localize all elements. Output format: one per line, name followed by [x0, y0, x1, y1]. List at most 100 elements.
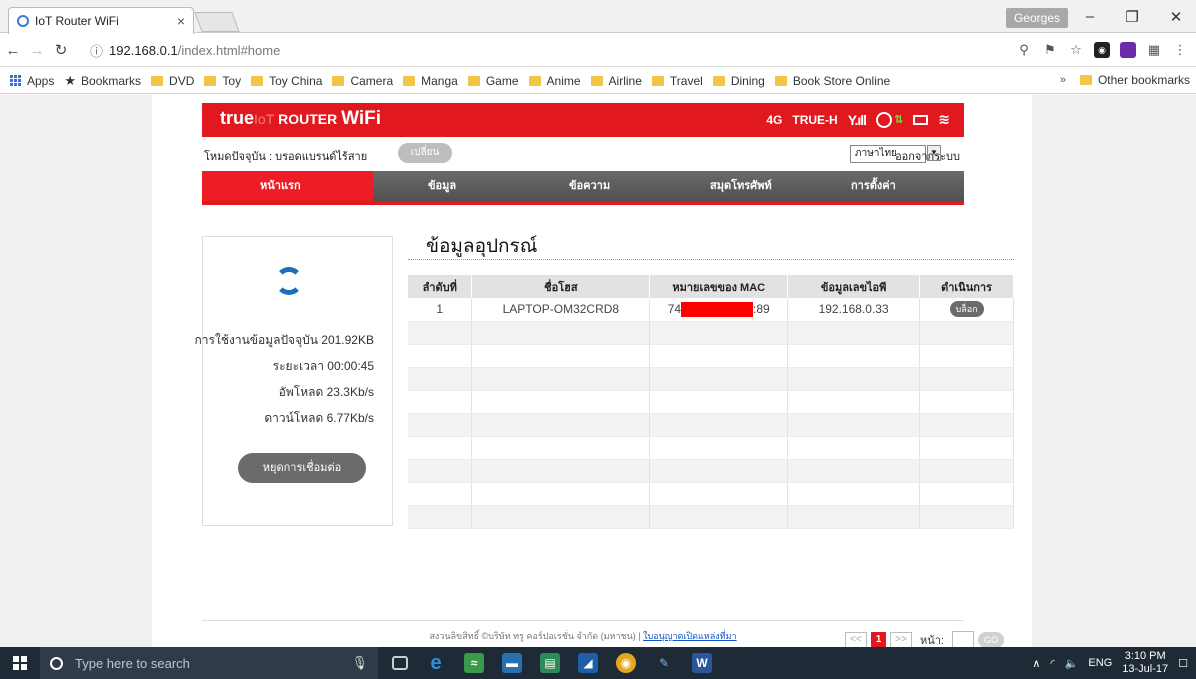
url-path: /index.html#home: [177, 42, 281, 58]
signal-strength-icon: Y.ıll: [847, 111, 867, 128]
microphone-icon[interactable]: 🎙: [351, 655, 368, 671]
restore-icon[interactable]: ❐: [1122, 8, 1142, 26]
back-icon[interactable]: ←: [2, 42, 24, 59]
profile-button[interactable]: Georges: [1005, 8, 1068, 28]
new-tab-button[interactable]: [194, 12, 240, 32]
edge-icon[interactable]: e: [426, 653, 446, 673]
menu-phonebook[interactable]: สมุดโทรศัพท์: [682, 171, 823, 205]
window-close-icon[interactable]: ✕: [1166, 8, 1186, 26]
col-number: ลำดับที่: [408, 275, 473, 298]
bookmark-travel[interactable]: Travel: [651, 74, 703, 88]
bookmark-book-store-online[interactable]: Book Store Online: [774, 74, 890, 88]
bookmark-dining[interactable]: Dining: [712, 74, 765, 88]
block-device-button[interactable]: บล็อก: [949, 301, 984, 318]
current-mode-label: โหมดปัจจุบัน : บรอดแบรนด์ไร้สาย: [204, 151, 368, 163]
reload-icon[interactable]: ↻: [50, 41, 72, 59]
url-host: 192.168.0.1: [109, 42, 178, 58]
bookmark-bookmarks[interactable]: ★ Bookmarks: [64, 73, 141, 89]
bookmark-airline[interactable]: Airline: [590, 74, 642, 88]
bookmark-camera[interactable]: Camera: [332, 74, 393, 88]
taskbar-search[interactable]: Type here to search 🎙: [40, 647, 378, 679]
connection-duration: ระยะเวลา 00:00:45: [272, 359, 374, 373]
word-icon[interactable]: W: [692, 653, 712, 673]
bookmark-anime[interactable]: Anime: [528, 74, 581, 88]
network-icon[interactable]: ◜: [1050, 657, 1054, 670]
extension-icon[interactable]: ⚑: [1042, 42, 1058, 58]
menu-info[interactable]: ข้อมูล: [373, 171, 541, 205]
disconnect-button[interactable]: หยุดการเชื่อมต่อ: [238, 453, 366, 483]
menu-settings[interactable]: การตั้งค่า: [823, 171, 964, 205]
download-speed: ดาวน์โหลด 6.77Kb/s: [264, 411, 374, 425]
browser-tab[interactable]: IoT Router WiFi ×: [8, 7, 194, 34]
show-hidden-icons[interactable]: ∧: [1032, 657, 1040, 670]
forward-icon[interactable]: →: [26, 42, 48, 59]
notifications-icon[interactable]: ☐: [1178, 657, 1188, 670]
calculator-app-icon[interactable]: ▤: [540, 653, 560, 673]
bookmark-dvd[interactable]: DVD: [151, 74, 194, 88]
network-type: 4G: [766, 112, 783, 127]
extension-gray-icon[interactable]: ▦: [1146, 42, 1162, 58]
task-view-icon[interactable]: [392, 656, 408, 670]
extension-purple-icon[interactable]: [1120, 42, 1136, 58]
bookmarks-bar: Apps ★ Bookmarks DVD Toy Toy China Camer…: [0, 68, 1196, 94]
folder-icon: [467, 75, 480, 86]
change-mode-button[interactable]: เปลี่ยน: [398, 143, 452, 163]
folder-icon: [528, 75, 541, 86]
paint-app-icon[interactable]: ✎: [654, 653, 674, 673]
clock[interactable]: 3:10 PM 13-Jul-17: [1122, 650, 1168, 676]
other-bookmarks[interactable]: Other bookmarks: [1079, 73, 1190, 87]
folder-icon: [1079, 75, 1092, 85]
data-transfer-icon: ⇅: [894, 114, 904, 126]
mode-bar: โหมดปัจจุบัน : บรอดแบรนด์ไร้สาย เปลี่ยน …: [202, 141, 964, 167]
col-hostname: ชื่อโฮส: [471, 275, 651, 298]
carrier-name: TRUE-H: [792, 112, 838, 127]
more-bookmarks-button[interactable]: »: [1060, 74, 1066, 86]
bookmark-game[interactable]: Game: [467, 74, 519, 88]
open-source-license-link[interactable]: ใบอนุญาตเปิดแหล่งที่มา: [643, 631, 736, 641]
bookmark-apps[interactable]: Apps: [10, 74, 54, 88]
menu-kebab-icon[interactable]: ⋮: [1172, 42, 1188, 58]
table-row-empty: [408, 390, 1014, 414]
main-menu: หน้าแรก ข้อมูล ข้อความ สมุดโทรศัพท์ การต…: [202, 171, 964, 205]
go-button[interactable]: GO: [978, 632, 1004, 647]
battery-icon: [913, 114, 929, 125]
table-row-empty: [408, 321, 1014, 345]
table-row-empty: [408, 459, 1014, 483]
logout-link[interactable]: ออกจากระบบ: [895, 147, 960, 165]
bookmark-toy-china[interactable]: Toy China: [251, 74, 322, 88]
extension-dark-icon[interactable]: ◉: [1094, 42, 1110, 58]
mac-redaction: [681, 301, 754, 317]
router-page: trueIoT ROUTER WiFi 4G TRUE-H Y.ıll ⇅ ≋ …: [152, 95, 1032, 647]
url-input[interactable]: ⓘ 192.168.0.1 /index.html#home: [90, 38, 1010, 62]
browser-tab-bar: IoT Router WiFi × Georges – ❐ ✕: [0, 0, 1196, 34]
input-language[interactable]: ENG: [1088, 657, 1112, 669]
tab-close-icon[interactable]: ×: [177, 13, 185, 29]
tab-title: IoT Router WiFi: [35, 14, 119, 28]
start-button[interactable]: [0, 647, 40, 679]
menu-messages[interactable]: ข้อความ: [541, 171, 682, 205]
bookmark-toy[interactable]: Toy: [204, 74, 241, 88]
refresh-icon[interactable]: [275, 267, 303, 295]
folder-icon: [204, 75, 217, 86]
volume-icon[interactable]: 🔈: [1065, 657, 1079, 670]
bookmark-manga[interactable]: Manga: [403, 74, 458, 88]
folder-icon: [651, 75, 664, 86]
folder-icon: [712, 75, 725, 86]
minimize-icon[interactable]: –: [1080, 8, 1100, 25]
device-table: ลำดับที่ ชื่อโฮส หมายเลขของ MAC ข้อมูลเล…: [408, 275, 1014, 529]
file-explorer-icon[interactable]: ▬: [502, 653, 522, 673]
footer: สงวนลิขสิทธิ์ ©บริษัท ทรู คอร์ปอเรชั่น จ…: [202, 629, 964, 643]
row-mac: 74:89: [649, 298, 789, 322]
chrome-icon[interactable]: ◉: [616, 653, 636, 673]
menu-home[interactable]: หน้าแรก: [202, 171, 373, 205]
row-hostname: LAPTOP-OM32CRD8: [471, 298, 651, 322]
col-action: ดำเนินการ: [919, 275, 1014, 298]
bookmark-star-icon[interactable]: ☆: [1068, 42, 1084, 58]
photos-app-icon[interactable]: ≈: [464, 653, 484, 673]
row-action: บล็อก: [919, 298, 1014, 322]
zoom-icon[interactable]: ⚲: [1016, 42, 1032, 58]
internet-globe-icon: [876, 111, 893, 128]
info-icon[interactable]: ⓘ: [90, 41, 103, 60]
taskbar: Type here to search 🎙 e ≈ ▬ ▤ ◢ ◉ ✎ W ∧ …: [0, 647, 1196, 679]
app-blue-icon[interactable]: ◢: [578, 653, 598, 673]
